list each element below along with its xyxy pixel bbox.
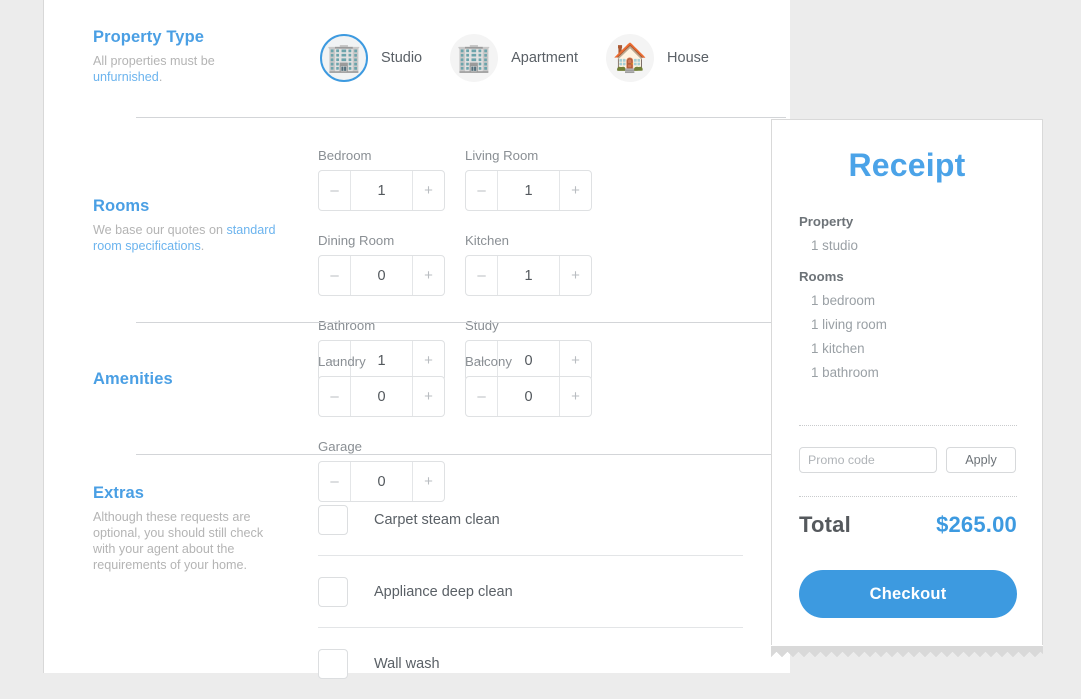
checkbox-wall-wash[interactable] [318,649,348,679]
stepper-bedroom: Bedroom – 1 + [318,148,465,211]
divider-after-amenities [136,454,786,455]
stepper-bedroom-decrement[interactable]: – [319,171,351,210]
stepper-garage-label: Garage [318,439,465,454]
stepper-kitchen-label: Kitchen [465,233,612,248]
stepper-balcony-value[interactable]: 0 [498,377,559,416]
extras-checkbox-list: Carpet steam clean Appliance deep clean … [318,484,743,699]
stepper-living-room-label: Living Room [465,148,612,163]
extras-row-appliance-deep-clean[interactable]: Appliance deep clean [318,556,743,628]
stepper-kitchen-increment[interactable]: + [559,256,591,295]
stepper-balcony-decrement[interactable]: – [466,377,498,416]
stepper-balcony-label: Balcony [465,354,612,369]
checkbox-appliance-deep-clean[interactable] [318,577,348,607]
property-type-desc-plain: All properties must be [93,54,215,68]
stepper-dining-room-value[interactable]: 0 [351,256,412,295]
stepper-balcony: Balcony – 0 + [465,354,612,417]
rooms-description: We base our quotes on standard room spec… [93,222,283,254]
app-root: Property Type All properties must be unf… [0,0,1081,673]
quantity-stepper: – 0 + [318,376,445,417]
receipt-card: Receipt Property 1 studio Rooms 1 bedroo… [771,119,1043,645]
promo-code-input[interactable] [799,447,937,473]
property-type-desc-emphasis: unfurnished [93,70,159,84]
apply-promo-button[interactable]: Apply [946,447,1016,473]
list-item: 1 living room [799,317,1015,332]
studio-building-icon: 🏢 [320,34,368,82]
stepper-balcony-increment[interactable]: + [559,377,591,416]
stepper-dining-room-increment[interactable]: + [412,256,444,295]
house-icon: 🏠 [606,34,654,82]
stepper-bathroom-label: Bathroom [318,318,465,333]
property-option-house[interactable]: 🏠 House [606,34,709,82]
receipt-group-property: Property 1 studio [799,214,1015,253]
total-label: Total [799,512,851,538]
rooms-desc-tail: . [201,239,205,253]
section-property-type: Property Type All properties must be unf… [93,28,743,85]
quantity-stepper: – 0 + [318,255,445,296]
receipt-group-property-heading: Property [799,214,1015,229]
total-value: $265.00 [936,512,1017,538]
stepper-laundry: Laundry – 0 + [318,354,465,417]
property-type-desc-tail: . [159,70,163,84]
property-option-studio[interactable]: 🏢 Studio [320,34,422,82]
divider-after-rooms [136,322,786,323]
stepper-kitchen-decrement[interactable]: – [466,256,498,295]
receipt-summary: Property 1 studio Rooms 1 bedroom 1 livi… [772,214,1042,380]
stepper-bedroom-label: Bedroom [318,148,465,163]
quantity-stepper: – 1 + [465,255,592,296]
amenities-title: Amenities [93,370,303,389]
list-item: 1 bedroom [799,293,1015,308]
stepper-laundry-increment[interactable]: + [412,377,444,416]
rooms-desc-plain: We base our quotes on [93,223,227,237]
list-item: 1 kitchen [799,341,1015,356]
extras-row-appliance-deep-clean-label: Appliance deep clean [374,584,513,600]
apartment-building-icon: 🏢 [450,34,498,82]
stepper-living-room-decrement[interactable]: – [466,171,498,210]
quantity-stepper: – 1 + [465,170,592,211]
rooms-title: Rooms [93,197,303,216]
property-option-studio-label: Studio [381,50,422,66]
stepper-living-room: Living Room – 1 + [465,148,612,211]
property-option-house-label: House [667,50,709,66]
stepper-laundry-decrement[interactable]: – [319,377,351,416]
stepper-kitchen-value[interactable]: 1 [498,256,559,295]
quote-form-panel: Property Type All properties must be unf… [43,0,790,673]
receipt-divider-top [799,425,1017,426]
quantity-stepper: – 0 + [465,376,592,417]
stepper-dining-room-decrement[interactable]: – [319,256,351,295]
checkbox-carpet-steam-clean[interactable] [318,505,348,535]
extras-description: Although these requests are optional, yo… [93,509,283,573]
quantity-stepper: – 1 + [318,170,445,211]
property-type-description: All properties must be unfurnished. [93,53,283,85]
stepper-living-room-value[interactable]: 1 [498,171,559,210]
property-option-apartment-label: Apartment [511,50,578,66]
list-item: 1 studio [799,238,1015,253]
receipt-title: Receipt [772,147,1042,184]
stepper-dining-room: Dining Room – 0 + [318,233,465,296]
receipt-torn-edge [771,645,1043,656]
stepper-laundry-value[interactable]: 0 [351,377,412,416]
promo-code-row: Apply [799,447,1016,473]
stepper-bedroom-value[interactable]: 1 [351,171,412,210]
receipt-group-rooms: Rooms 1 bedroom 1 living room 1 kitchen … [799,269,1015,380]
checkout-button[interactable]: Checkout [799,570,1017,618]
receipt-divider-bottom [799,496,1017,497]
stepper-laundry-label: Laundry [318,354,465,369]
extras-row-wall-wash[interactable]: Wall wash [318,628,743,699]
stepper-dining-room-label: Dining Room [318,233,465,248]
receipt-total-row: Total $265.00 [799,512,1017,538]
extras-row-carpet-steam-clean-label: Carpet steam clean [374,512,500,528]
list-item: 1 bathroom [799,365,1015,380]
extras-row-carpet-steam-clean[interactable]: Carpet steam clean [318,484,743,556]
stepper-living-room-increment[interactable]: + [559,171,591,210]
receipt-group-rooms-heading: Rooms [799,269,1015,284]
extras-row-wall-wash-label: Wall wash [374,656,440,672]
stepper-study-label: Study [465,318,612,333]
divider-after-property-type [136,117,786,118]
stepper-kitchen: Kitchen – 1 + [465,233,612,296]
extras-title: Extras [93,484,293,503]
property-type-options: 🏢 Studio 🏢 Apartment 🏠 House [320,34,737,82]
stepper-bedroom-increment[interactable]: + [412,171,444,210]
property-option-apartment[interactable]: 🏢 Apartment [450,34,578,82]
